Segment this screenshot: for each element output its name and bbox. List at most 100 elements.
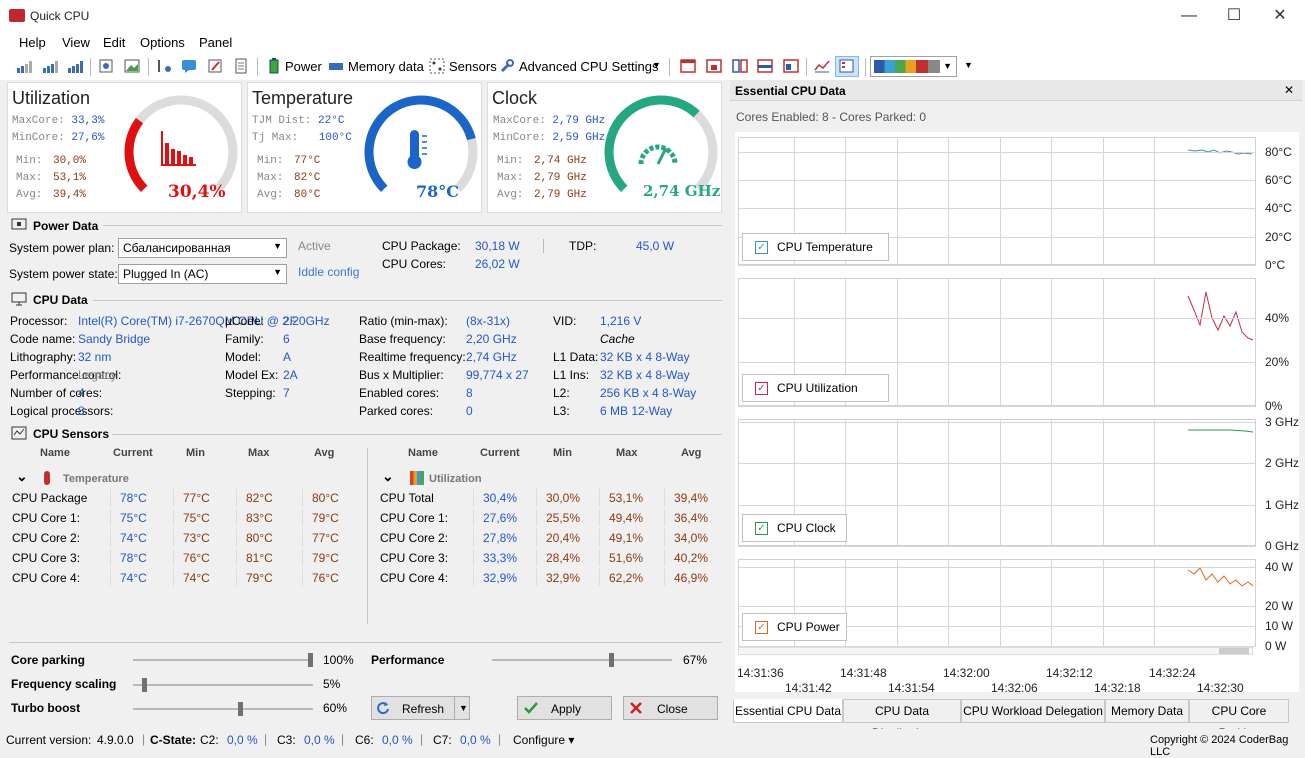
layout-1-icon[interactable]: [680, 58, 696, 74]
tab-memory-data[interactable]: Memory Data: [1105, 699, 1189, 723]
settings-list-icon[interactable]: [157, 58, 173, 74]
menu-options[interactable]: Options: [140, 35, 185, 50]
column-header[interactable]: Min: [186, 447, 205, 459]
layout-4-icon[interactable]: [757, 58, 773, 74]
column-header[interactable]: Avg: [681, 447, 701, 459]
memory-data-toolbar-button[interactable]: Memory data: [348, 59, 424, 74]
menu-help[interactable]: Help: [19, 35, 46, 50]
cpu-info-icon[interactable]: [98, 58, 114, 74]
axis-tick-label: 0°C: [1265, 258, 1286, 272]
panel-toggle-icon[interactable]: [835, 56, 859, 77]
line-chart-icon[interactable]: [814, 58, 830, 74]
power-toolbar-button[interactable]: Power: [285, 59, 322, 74]
series-toggle-checkbox[interactable]: ✓ CPU Clock: [742, 514, 847, 542]
image-icon[interactable]: [124, 58, 140, 74]
sensors-toolbar-button[interactable]: Sensors: [449, 59, 497, 74]
power-state-value: Plugged In (AC): [123, 267, 209, 281]
utilization-icon: [410, 471, 424, 485]
advanced-cpu-settings-button[interactable]: Advanced CPU Settings: [519, 59, 658, 74]
cpu-data-label: L3:: [553, 404, 570, 418]
chevron-down-icon[interactable]: ▼: [652, 60, 661, 70]
power-state-select[interactable]: Plugged In (AC) ▼: [118, 264, 287, 284]
configure-dropdown[interactable]: Configure ▾: [513, 733, 574, 747]
chevron-down-icon[interactable]: ⌄: [16, 468, 28, 485]
turbo-boost-slider[interactable]: [133, 702, 313, 716]
bars-high-icon[interactable]: [67, 58, 83, 74]
column-header[interactable]: Current: [113, 447, 153, 459]
chevron-down-icon[interactable]: ⌄: [382, 468, 394, 485]
performance-value: 67%: [683, 653, 708, 667]
sensor-value: 75°C: [120, 511, 147, 525]
core-parking-slider[interactable]: [133, 653, 313, 667]
cpu-data-value: 8: [466, 386, 473, 400]
cpu-data-value: 2,20 GHz: [466, 332, 517, 346]
wrench-icon[interactable]: [499, 58, 515, 74]
chevron-down-icon[interactable]: ▼: [459, 703, 468, 713]
sensor-value: 51,6%: [609, 551, 644, 565]
slider-thumb[interactable]: [308, 653, 313, 667]
time-tick-label: 14:32:06: [991, 681, 1038, 695]
memory-icon[interactable]: [328, 58, 344, 74]
max-label: Max:: [497, 172, 524, 184]
utilization-title: Utilization: [12, 88, 91, 108]
menu-edit[interactable]: Edit: [103, 35, 125, 50]
series-toggle-checkbox[interactable]: ✓ CPU Utilization: [742, 374, 889, 402]
battery-icon[interactable]: [266, 58, 282, 74]
document-icon[interactable]: [233, 58, 249, 74]
column-header[interactable]: Max: [248, 447, 269, 459]
column-header[interactable]: Current: [480, 447, 520, 459]
panel-title: Essential CPU Data: [735, 84, 846, 98]
column-header[interactable]: Min: [553, 447, 572, 459]
iddle-config-link[interactable]: Iddle config: [298, 265, 359, 279]
performance-slider[interactable]: [492, 653, 672, 667]
layout-2-icon[interactable]: [706, 58, 722, 74]
bars-mid-icon[interactable]: [42, 58, 58, 74]
apply-button[interactable]: Apply: [517, 696, 612, 720]
slider-thumb[interactable]: [609, 653, 614, 667]
column-header[interactable]: Max: [616, 447, 637, 459]
color-scheme-select[interactable]: ▼: [870, 56, 957, 77]
cpu-sensors-header: CPU Sensors: [33, 427, 110, 441]
column-header[interactable]: Name: [40, 447, 70, 459]
chat-icon[interactable]: [181, 58, 197, 74]
close-button[interactable]: Close: [623, 696, 718, 720]
series-toggle-checkbox[interactable]: ✓ CPU Power: [742, 613, 847, 641]
axis-tick-label: 0%: [1265, 399, 1283, 413]
tab-cpu-workload-delegation[interactable]: CPU Workload Delegation: [961, 699, 1105, 723]
checkbox-check-icon: ✓: [755, 241, 768, 254]
menu-panel[interactable]: Panel: [199, 35, 232, 50]
time-tick-label: 14:32:30: [1197, 681, 1244, 695]
edit-icon[interactable]: [207, 58, 223, 74]
chevron-down-icon[interactable]: ▼: [964, 60, 973, 70]
tab-cpu-core-parking[interactable]: CPU Core Parking: [1189, 699, 1289, 740]
slider-thumb[interactable]: [238, 702, 243, 716]
sensor-value: 79°C: [246, 571, 273, 585]
cpu-data-value: 0: [466, 404, 473, 418]
cpu-data-label: L2:: [553, 386, 570, 400]
sensors-icon[interactable]: [429, 58, 445, 74]
tab-cpu-data-distribution[interactable]: CPU Data Distribution: [843, 699, 961, 740]
series-toggle-checkbox[interactable]: ✓ CPU Temperature: [742, 233, 889, 261]
close-window-button[interactable]: ✕: [1260, 4, 1300, 28]
time-tick-label: 14:31:36: [737, 666, 784, 680]
layout-3-icon[interactable]: [732, 58, 748, 74]
version-value: 4.9.0.0: [97, 733, 134, 747]
frequency-scaling-slider[interactable]: [133, 678, 313, 692]
title-bar: Quick CPU — ☐ ✕: [0, 0, 1305, 32]
power-plan-select[interactable]: Сбалансированная ▼: [118, 238, 287, 258]
bars-low-icon[interactable]: [16, 58, 32, 74]
minimize-button[interactable]: —: [1169, 4, 1209, 28]
maximize-button[interactable]: ☐: [1214, 4, 1254, 28]
column-header[interactable]: Avg: [314, 447, 334, 459]
column-header[interactable]: Name: [408, 447, 438, 459]
tab-essential-cpu-data[interactable]: Essential CPU Data: [733, 699, 843, 723]
panel-close-icon[interactable]: ✕: [1284, 83, 1294, 97]
menu-view[interactable]: View: [62, 35, 90, 50]
layout-5-icon[interactable]: [783, 58, 799, 74]
turbo-boost-value: 60%: [323, 701, 348, 715]
horizontal-scrollbar[interactable]: [738, 647, 1253, 655]
refresh-button[interactable]: Refresh ▼: [371, 696, 470, 720]
axis-tick-label: 1 GHz: [1265, 498, 1300, 512]
min-label: Min:: [16, 155, 43, 167]
slider-thumb[interactable]: [142, 678, 147, 692]
